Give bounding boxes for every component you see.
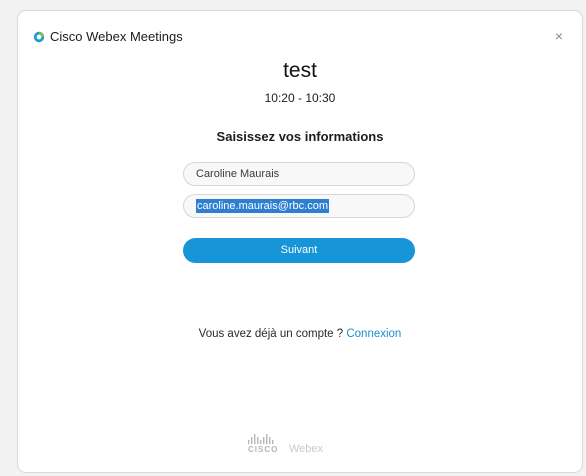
- name-field-value: Caroline Maurais: [196, 168, 280, 180]
- cisco-logo-icon: [248, 434, 274, 444]
- form-heading: Saisissez vos informations: [216, 129, 384, 144]
- account-prompt-text: Vous avez déjà un compte ?: [198, 328, 347, 340]
- meeting-title: test: [283, 59, 317, 82]
- meeting-time: 10:20 - 10:30: [264, 91, 336, 105]
- webex-window: Cisco Webex Meetings × test 10:20 - 10:3…: [17, 10, 583, 473]
- email-field[interactable]: caroline.maurais@rbc.com: [183, 194, 415, 218]
- webex-logo-icon: [33, 31, 45, 43]
- name-field[interactable]: Caroline Maurais: [183, 162, 415, 186]
- email-field-value: caroline.maurais@rbc.com: [196, 199, 329, 213]
- login-link[interactable]: Connexion: [346, 328, 401, 340]
- app-title: Cisco Webex Meetings: [50, 29, 183, 44]
- close-icon[interactable]: ×: [550, 27, 568, 45]
- account-prompt: Vous avez déjà un compte ? Connexion: [18, 328, 582, 340]
- footer-logo: CISCO Webex: [248, 434, 348, 460]
- cisco-wordmark: CISCO: [248, 445, 279, 454]
- webex-wordmark: Webex: [289, 443, 324, 455]
- titlebar: Cisco Webex Meetings ×: [18, 11, 582, 59]
- next-button[interactable]: Suivant: [183, 238, 415, 263]
